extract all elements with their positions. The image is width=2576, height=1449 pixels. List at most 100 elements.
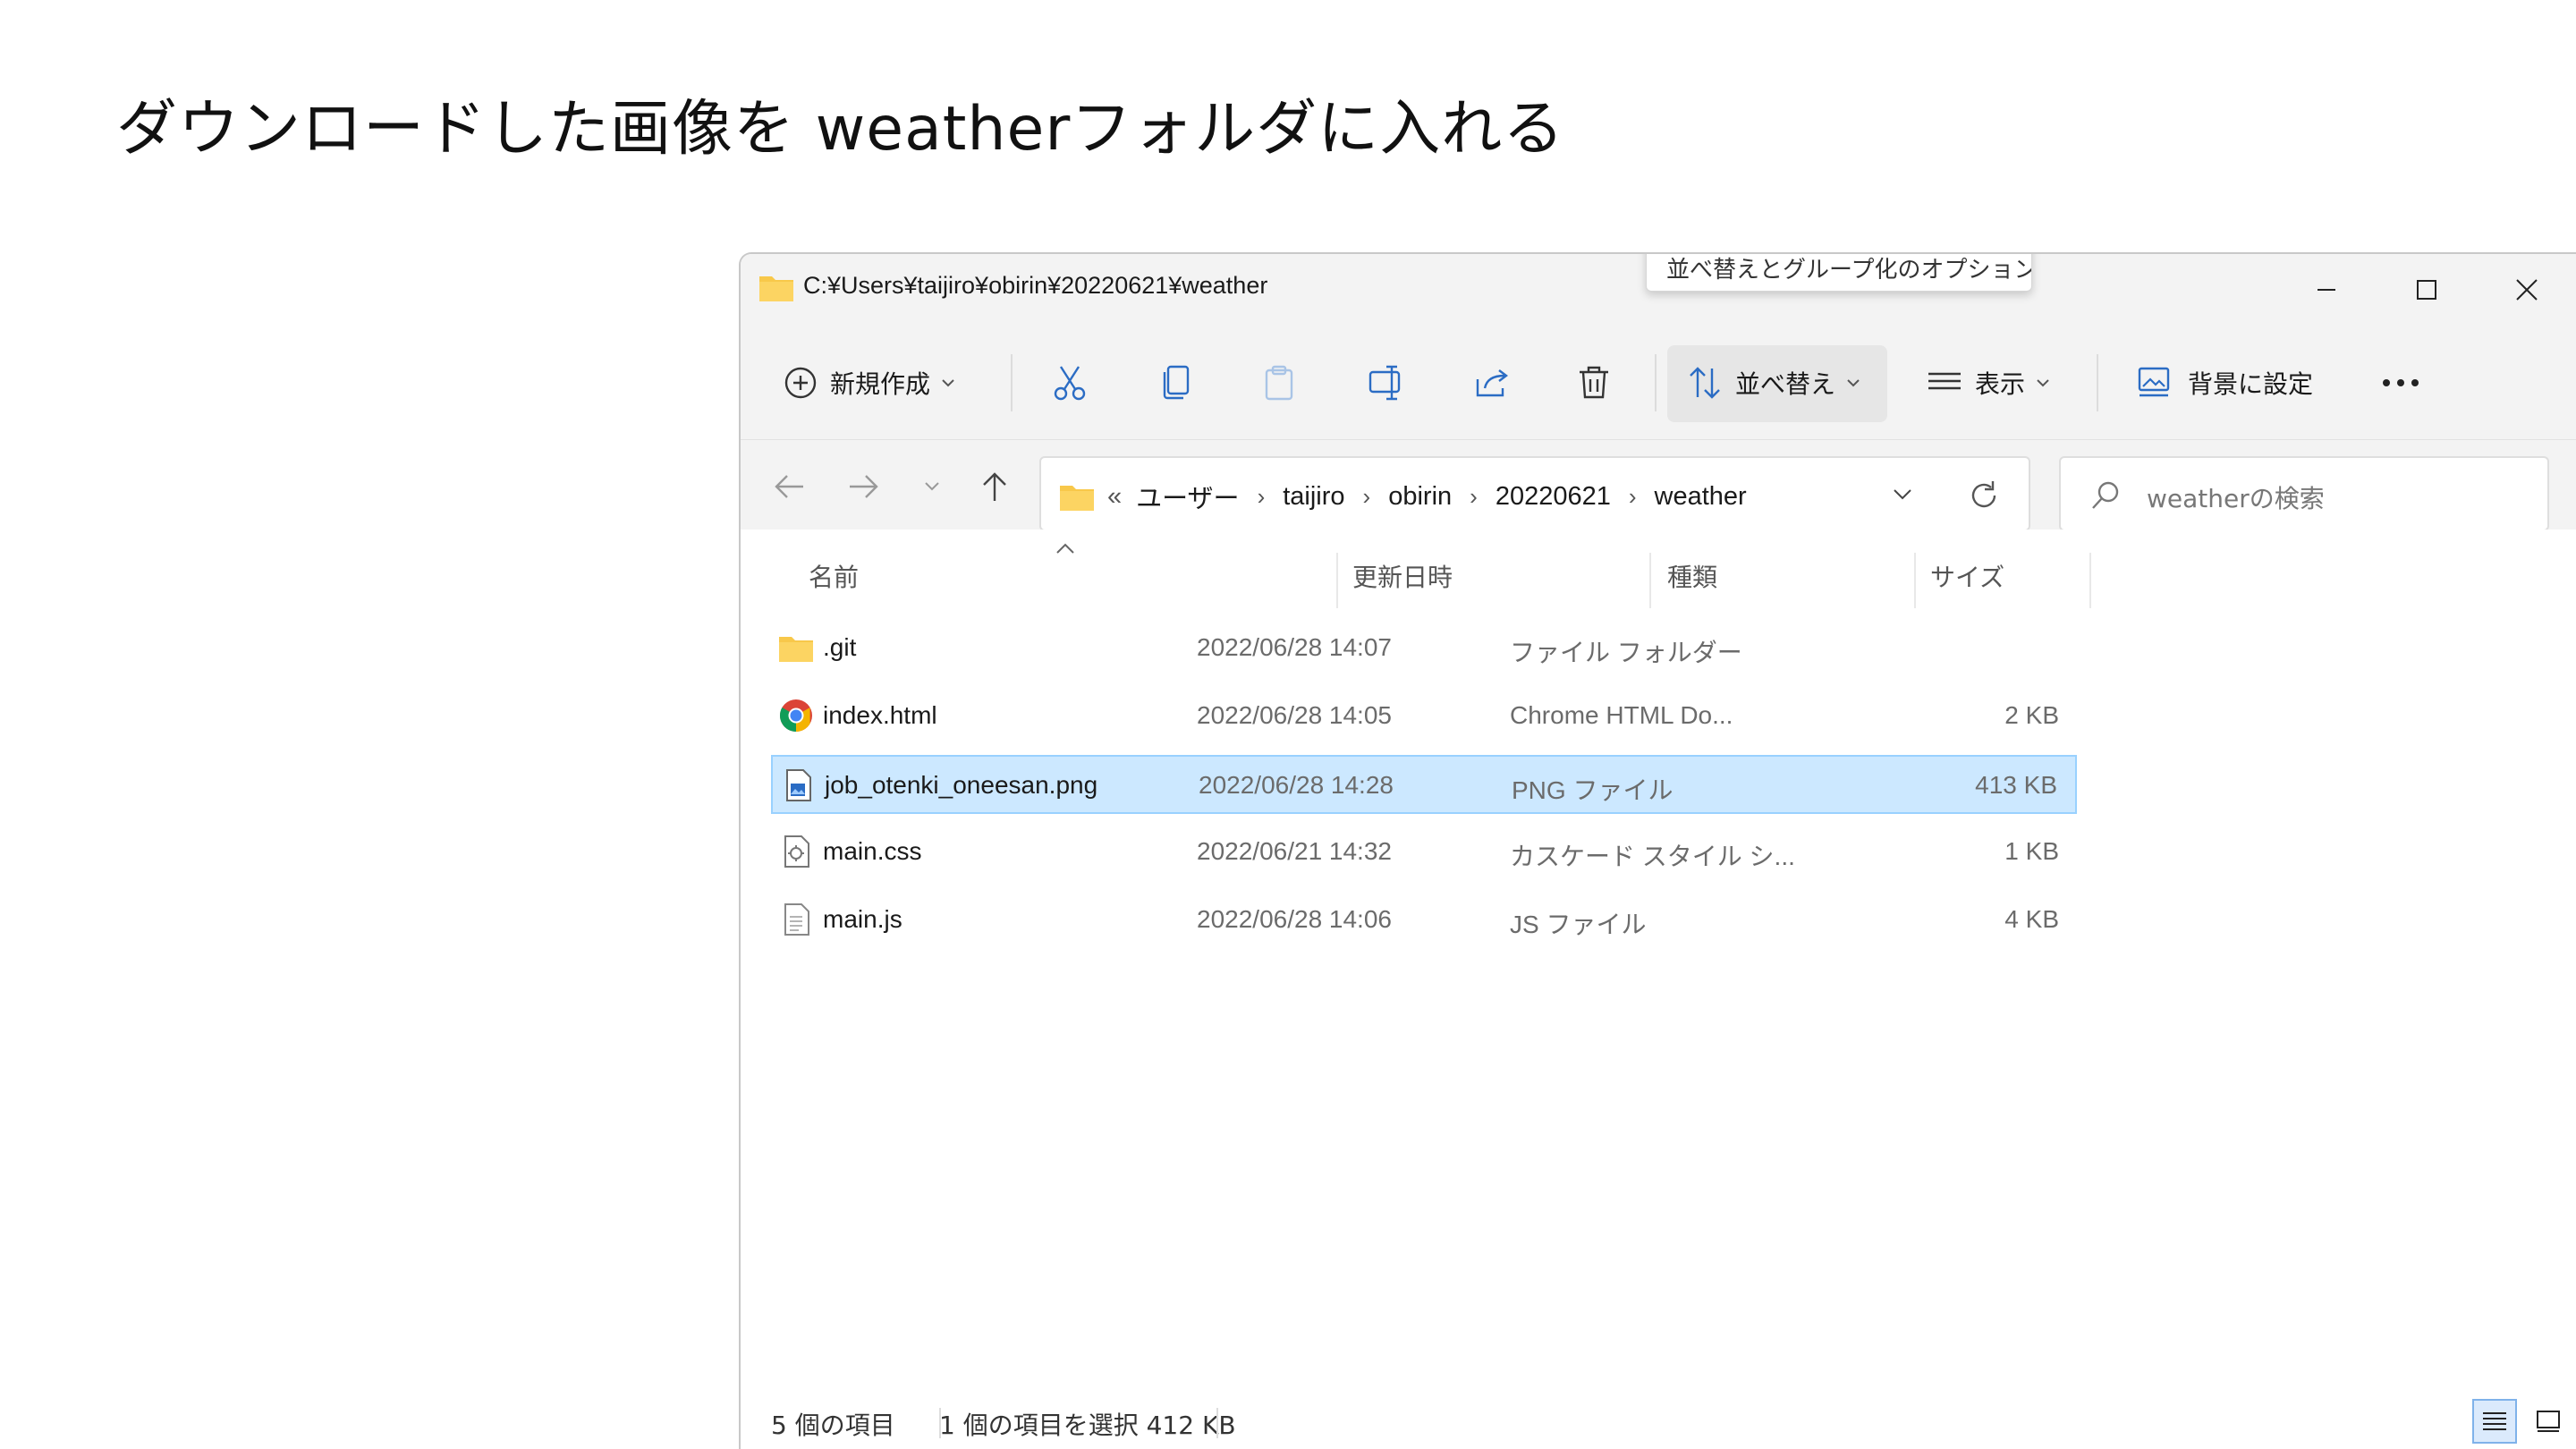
file-list: 名前 更新日時 種類 サイズ .git 2022/06/28 14:07 ファイ… [741,530,2576,1424]
file-date: 2022/06/28 14:07 [1197,633,1392,661]
folder-icon [1060,486,1094,511]
column-divider[interactable] [2089,553,2091,608]
breadcrumb-overflow[interactable]: « [1107,482,1122,512]
chevron-right-icon[interactable]: › [1258,483,1266,511]
address-dropdown-icon[interactable] [1893,488,1912,501]
column-header-size[interactable]: サイズ [1930,558,2004,594]
chevron-down-icon [925,482,939,491]
new-button-label: 新規作成 [830,369,931,399]
sort-tooltip: 並べ替えとグループ化のオプション。 [1646,254,2032,292]
item-count: 5 個の項目 [771,1411,895,1440]
set-background-label: 背景に設定 [2188,369,2314,399]
window-title-path: C:¥Users¥taijiro¥obirin¥20220621¥weather [803,272,1268,299]
chevron-right-icon[interactable]: › [1363,483,1371,511]
breadcrumb-item-20220621[interactable]: 20220621 [1496,482,1611,512]
forward-button[interactable] [844,467,884,506]
scissors-icon [1054,366,1086,401]
large-icons-view-button[interactable] [2526,1399,2571,1444]
file-size: 413 KB [1975,771,2057,799]
clipboard-icon [1265,365,1293,401]
copy-icon [1163,365,1190,400]
file-name: main.js [823,905,902,933]
recent-locations-button[interactable] [912,467,952,506]
toolbar-separator [2097,354,2098,411]
column-header-name[interactable]: 名前 [809,558,859,594]
rename-button[interactable] [1367,345,1406,420]
file-explorer-window: C:¥Users¥taijiro¥obirin¥20220621¥weather… [739,252,2576,1449]
sort-button[interactable]: 並べ替え [1687,345,1860,420]
breadcrumb-item-taijiro[interactable]: taijiro [1283,482,1344,512]
chevron-right-icon[interactable]: › [1470,483,1478,511]
column-divider[interactable] [1649,553,1651,608]
breadcrumb-item-users[interactable]: ユーザー [1136,478,1239,515]
close-button[interactable] [2478,263,2576,317]
column-header-date[interactable]: 更新日時 [1352,558,1453,594]
details-view-icon [2483,1412,2506,1430]
cut-button[interactable] [1052,345,1088,420]
details-view-button[interactable] [2472,1399,2517,1444]
search-icon [2092,481,2119,509]
file-name: main.css [823,837,922,865]
sort-button-label: 並べ替え [1735,369,1836,399]
file-row-selected[interactable]: job_otenki_oneesan.png 2022/06/28 14:28 … [771,755,2077,814]
column-header-type[interactable]: 種類 [1667,558,1717,594]
folder-icon [759,276,793,301]
file-size: 2 KB [2004,701,2059,729]
css-file-icon [784,835,809,868]
file-date: 2022/06/28 14:05 [1197,701,1392,729]
copy-button[interactable] [1157,345,1193,420]
minimize-button[interactable] [2277,263,2376,317]
folder-icon [779,637,813,662]
breadcrumb: « ユーザー › taijiro › obirin › 20220621 › w… [1059,478,1747,515]
column-divider[interactable] [1914,553,1916,608]
file-type: PNG ファイル [1512,776,1674,804]
share-icon [1476,369,1508,397]
file-row[interactable]: .git 2022/06/28 14:07 ファイル フォルダー [771,619,2077,678]
list-view-icon [1928,372,1961,390]
up-button[interactable] [975,467,1014,506]
search-placeholder: weatherの検索 [2147,484,2325,513]
view-button[interactable]: 表示 [1927,345,2050,420]
back-button[interactable] [769,467,809,506]
paste-button[interactable] [1261,345,1297,420]
close-icon [2516,279,2538,301]
file-row[interactable]: index.html 2022/06/28 14:05 Chrome HTML … [771,687,2077,746]
status-bar: 5 個の項目 1 個の項目を選択 412 KB [741,1395,2576,1449]
file-type: カスケード スタイル シ... [1510,843,1795,870]
breadcrumb-item-obirin[interactable]: obirin [1388,482,1452,512]
slide-title: ダウンロードした画像を weatherフォルダに入れる [116,94,1565,165]
arrow-left-icon [775,475,803,498]
set-background-button[interactable]: 背景に設定 [2136,345,2313,420]
more-options-button[interactable] [2381,345,2420,420]
status-divider [1216,1408,1218,1438]
image-file-icon [786,769,811,801]
chevron-right-icon[interactable]: › [1629,483,1637,511]
file-size: 4 KB [2004,905,2059,933]
rename-icon [1368,365,1401,401]
desktop-background-icon [2138,367,2170,397]
command-bar: 新規作成 並べ替え 表示 背景に設定 [741,326,2576,440]
chevron-down-icon [1847,379,1860,387]
file-row[interactable]: main.js 2022/06/28 14:06 JS ファイル 4 KB [771,891,2077,950]
plus-circle-icon [784,367,817,399]
chrome-icon [779,699,812,732]
column-divider[interactable] [1336,553,1338,608]
file-name: job_otenki_oneesan.png [825,771,1098,799]
text-file-icon [784,903,809,936]
arrow-right-icon [850,475,878,498]
trash-icon [1580,366,1608,399]
refresh-icon[interactable] [1968,479,2000,512]
maximize-icon [2417,280,2436,300]
address-bar[interactable]: « ユーザー › taijiro › obirin › 20220621 › w… [1039,456,2030,531]
maximize-button[interactable] [2377,263,2476,317]
breadcrumb-item-weather[interactable]: weather [1655,482,1747,512]
view-button-label: 表示 [1975,369,2026,399]
sort-arrows-icon [1690,367,1720,399]
share-button[interactable] [1472,345,1512,420]
new-button[interactable]: 新規作成 [784,345,955,420]
file-type: ファイル フォルダー [1510,639,1742,666]
search-box[interactable]: weatherの検索 [2059,456,2549,531]
file-row[interactable]: main.css 2022/06/21 14:32 カスケード スタイル シ..… [771,823,2077,882]
delete-button[interactable] [1576,345,1612,420]
file-name: .git [823,633,857,661]
